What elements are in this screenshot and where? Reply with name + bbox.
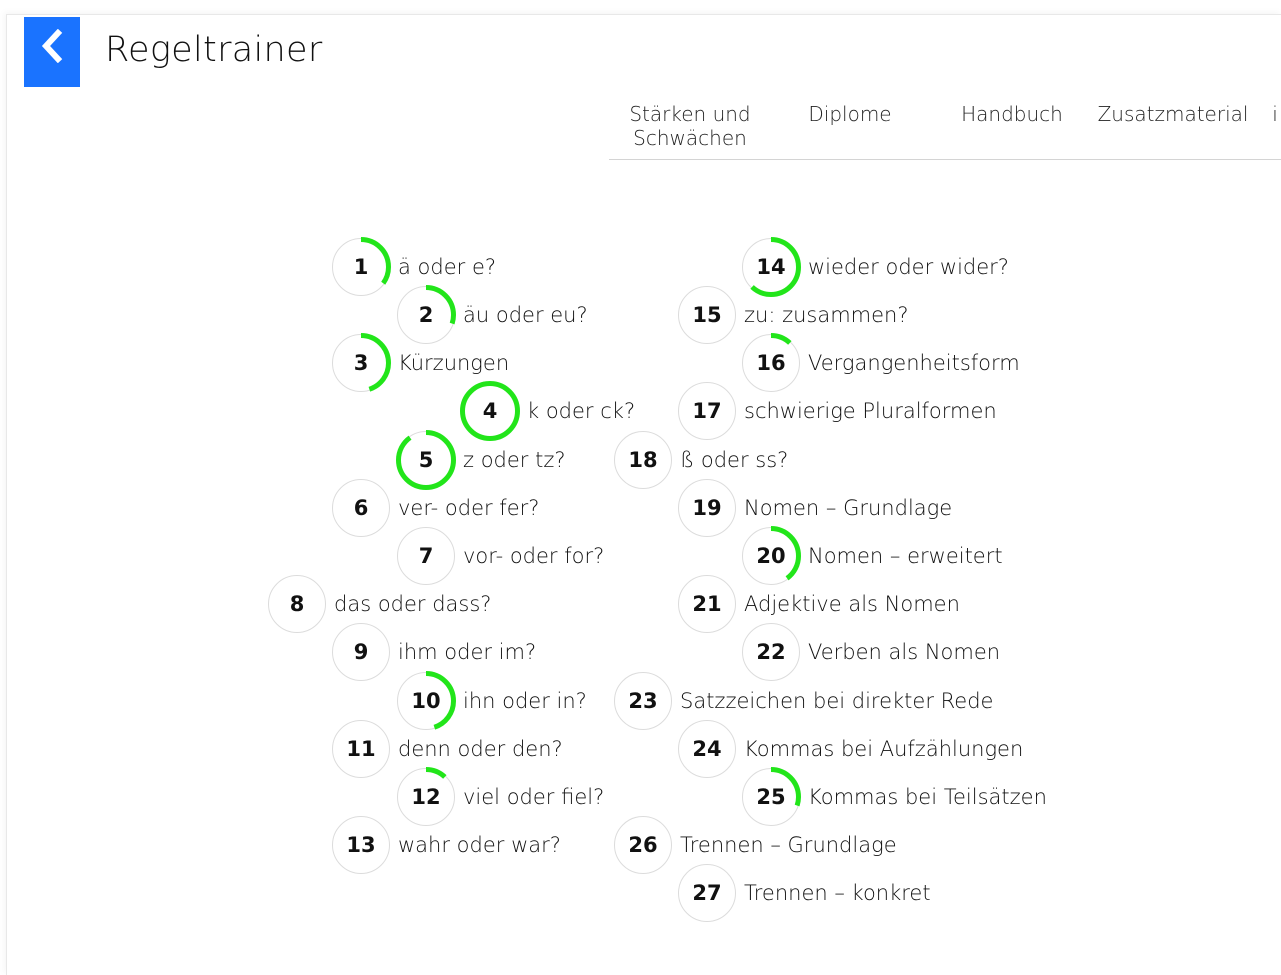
lesson-number: 17 <box>692 399 722 423</box>
lesson-label: zu: zusammen? <box>744 303 909 327</box>
lesson-label: Kommas bei Aufzählungen <box>744 737 1024 761</box>
lesson-number: 27 <box>692 881 722 905</box>
lesson-number: 6 <box>353 496 369 520</box>
app-title: Regeltrainer <box>105 30 323 70</box>
lesson-number: 24 <box>692 737 722 761</box>
lesson-number: 10 <box>411 689 441 713</box>
lesson-number: 26 <box>628 833 658 857</box>
nav-strengths-weaknesses[interactable]: Stärken und Schwächen <box>625 102 755 150</box>
back-button[interactable] <box>24 17 80 87</box>
lesson-label: Verben als Nomen <box>808 640 1001 664</box>
lesson-number: 1 <box>353 255 369 279</box>
top-nav: Stärken und Schwächen Diplome Handbuch Z… <box>609 100 1281 160</box>
lesson-number: 19 <box>692 496 722 520</box>
lesson-label: äu oder eu? <box>463 303 588 327</box>
lesson-number: 13 <box>346 833 376 857</box>
lesson-label: viel oder fiel? <box>463 785 605 809</box>
lesson-label: das oder dass? <box>334 592 492 616</box>
lesson-label: ä oder e? <box>398 255 497 279</box>
lesson-label: Nomen – erweitert <box>808 544 1003 568</box>
lesson-label: ver- oder fer? <box>398 496 540 520</box>
lesson-number: 8 <box>289 592 305 616</box>
lesson-number: 9 <box>353 640 369 664</box>
lesson-label: Adjektive als Nomen <box>744 592 960 616</box>
lesson-label: wahr oder war? <box>398 833 561 857</box>
lesson-label: Vergangenheitsform <box>808 351 1020 375</box>
lesson-label: ihm oder im? <box>398 640 537 664</box>
lesson-label: Trennen – Grundlage <box>680 833 897 857</box>
lesson-label: schwierige Pluralformen <box>744 399 997 423</box>
lesson-number: 23 <box>628 689 658 713</box>
lesson-number: 20 <box>756 544 786 568</box>
lesson-number: 15 <box>692 303 722 327</box>
lesson-label: Nomen – Grundlage <box>744 496 953 520</box>
nav-handbook[interactable]: Handbuch <box>953 102 1071 126</box>
chevron-left-icon <box>41 29 63 63</box>
lesson-number: 16 <box>756 351 786 375</box>
lesson-number: 7 <box>418 544 434 568</box>
lesson-number: 5 <box>418 448 434 472</box>
lesson-label: ß oder ss? <box>680 448 789 472</box>
lesson-label: wieder oder wider? <box>808 255 1009 279</box>
lesson-number: 21 <box>692 592 722 616</box>
nav-diplomas[interactable]: Diplome <box>805 102 895 126</box>
lesson-number: 18 <box>628 448 658 472</box>
lesson-label: denn oder den? <box>398 737 563 761</box>
lesson-number: 11 <box>346 737 376 761</box>
lesson-label: Trennen – konkret <box>744 881 931 905</box>
lesson-number: 2 <box>418 303 434 327</box>
lesson-number: 3 <box>353 351 369 375</box>
nav-info[interactable]: i <box>1269 102 1281 126</box>
lesson-label: vor- oder for? <box>463 544 605 568</box>
lesson-number: 4 <box>482 399 498 423</box>
lesson-label: k oder ck? <box>527 399 636 423</box>
lesson-number: 14 <box>756 255 786 279</box>
lesson-number: 12 <box>411 785 441 809</box>
lesson-label: z oder tz? <box>463 448 566 472</box>
lesson-label: Kommas bei Teilsätzen <box>808 785 1047 809</box>
lesson-label: Kürzungen <box>398 351 510 375</box>
nav-additional-material[interactable]: Zusatzmaterial <box>1093 102 1253 126</box>
lesson-label: ihn oder in? <box>463 689 587 713</box>
lesson-label: Satzzeichen bei direkter Rede <box>680 689 994 713</box>
lesson-number: 25 <box>756 785 786 809</box>
lesson-number: 22 <box>756 640 786 664</box>
